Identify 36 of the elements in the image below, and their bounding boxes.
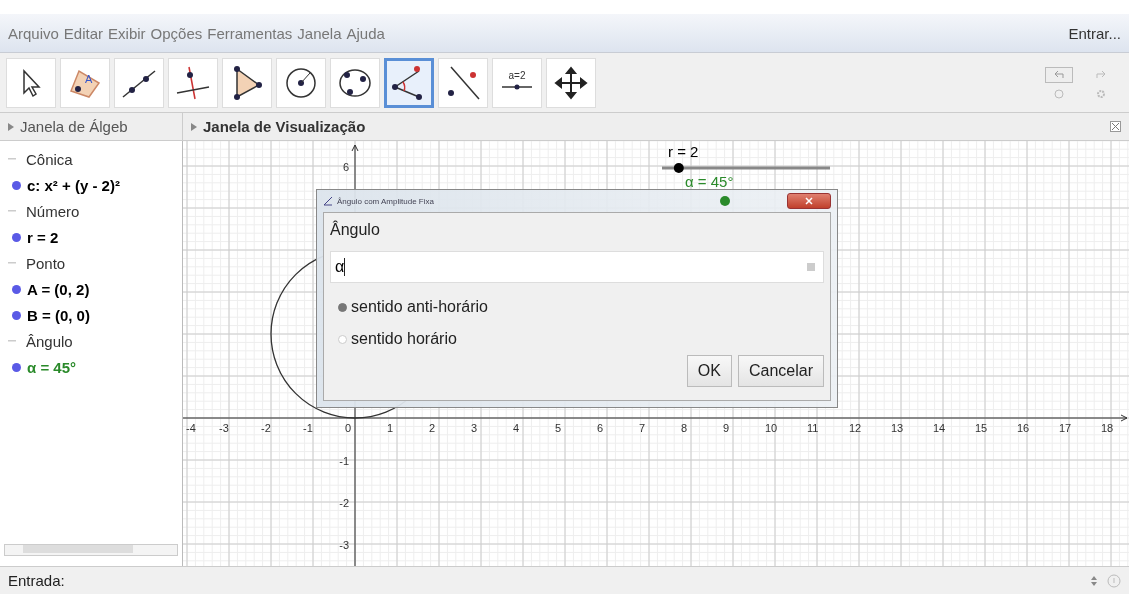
axis-label: 7 (639, 422, 646, 434)
category-label: Cônica (26, 150, 73, 168)
field-label: Ângulo (330, 221, 381, 240)
axis-label: 14 (933, 422, 946, 434)
axis-label: 11 (807, 422, 819, 434)
axis-label: -1 (303, 422, 313, 434)
axis-label: 9 (723, 422, 730, 434)
axis-label: 3 (471, 422, 478, 434)
category-label: Ângulo (26, 332, 73, 350)
panel-title: Janela de Álgeb (20, 118, 128, 135)
category-label: Número (26, 202, 80, 220)
axis-label: 4 (513, 422, 520, 434)
axis-label: 8 (681, 422, 688, 434)
axis-label: 6 (342, 161, 349, 173)
axis-label: 0 (345, 422, 352, 434)
axis-label: 2 (429, 422, 436, 434)
axis-label: 17 (1059, 422, 1072, 434)
axis-label: 6 (597, 422, 604, 434)
axis-label: 13 (891, 422, 904, 434)
axis-label: 5 (555, 422, 562, 434)
dialog-title: Ângulo com Amplitude Fixa (337, 196, 434, 206)
axis-label: 1 (387, 422, 394, 434)
axis-label: -2 (339, 497, 349, 509)
axis-label: -1 (339, 455, 349, 467)
axis-label: -3 (219, 422, 229, 434)
axis-label: 12 (849, 422, 862, 434)
axis-label: 10 (765, 422, 778, 434)
axis-label: -4 (186, 422, 196, 434)
axis-label: -3 (339, 539, 349, 551)
panel-title: Janela de Visualização (203, 118, 366, 135)
category-label: Ponto (26, 254, 66, 272)
axis-label: 16 (1017, 422, 1030, 434)
axis-label: 15 (975, 422, 988, 434)
axis-label: 18 (1101, 422, 1114, 434)
axis-label: -2 (261, 422, 271, 434)
input-label: Entrada: (8, 572, 65, 589)
